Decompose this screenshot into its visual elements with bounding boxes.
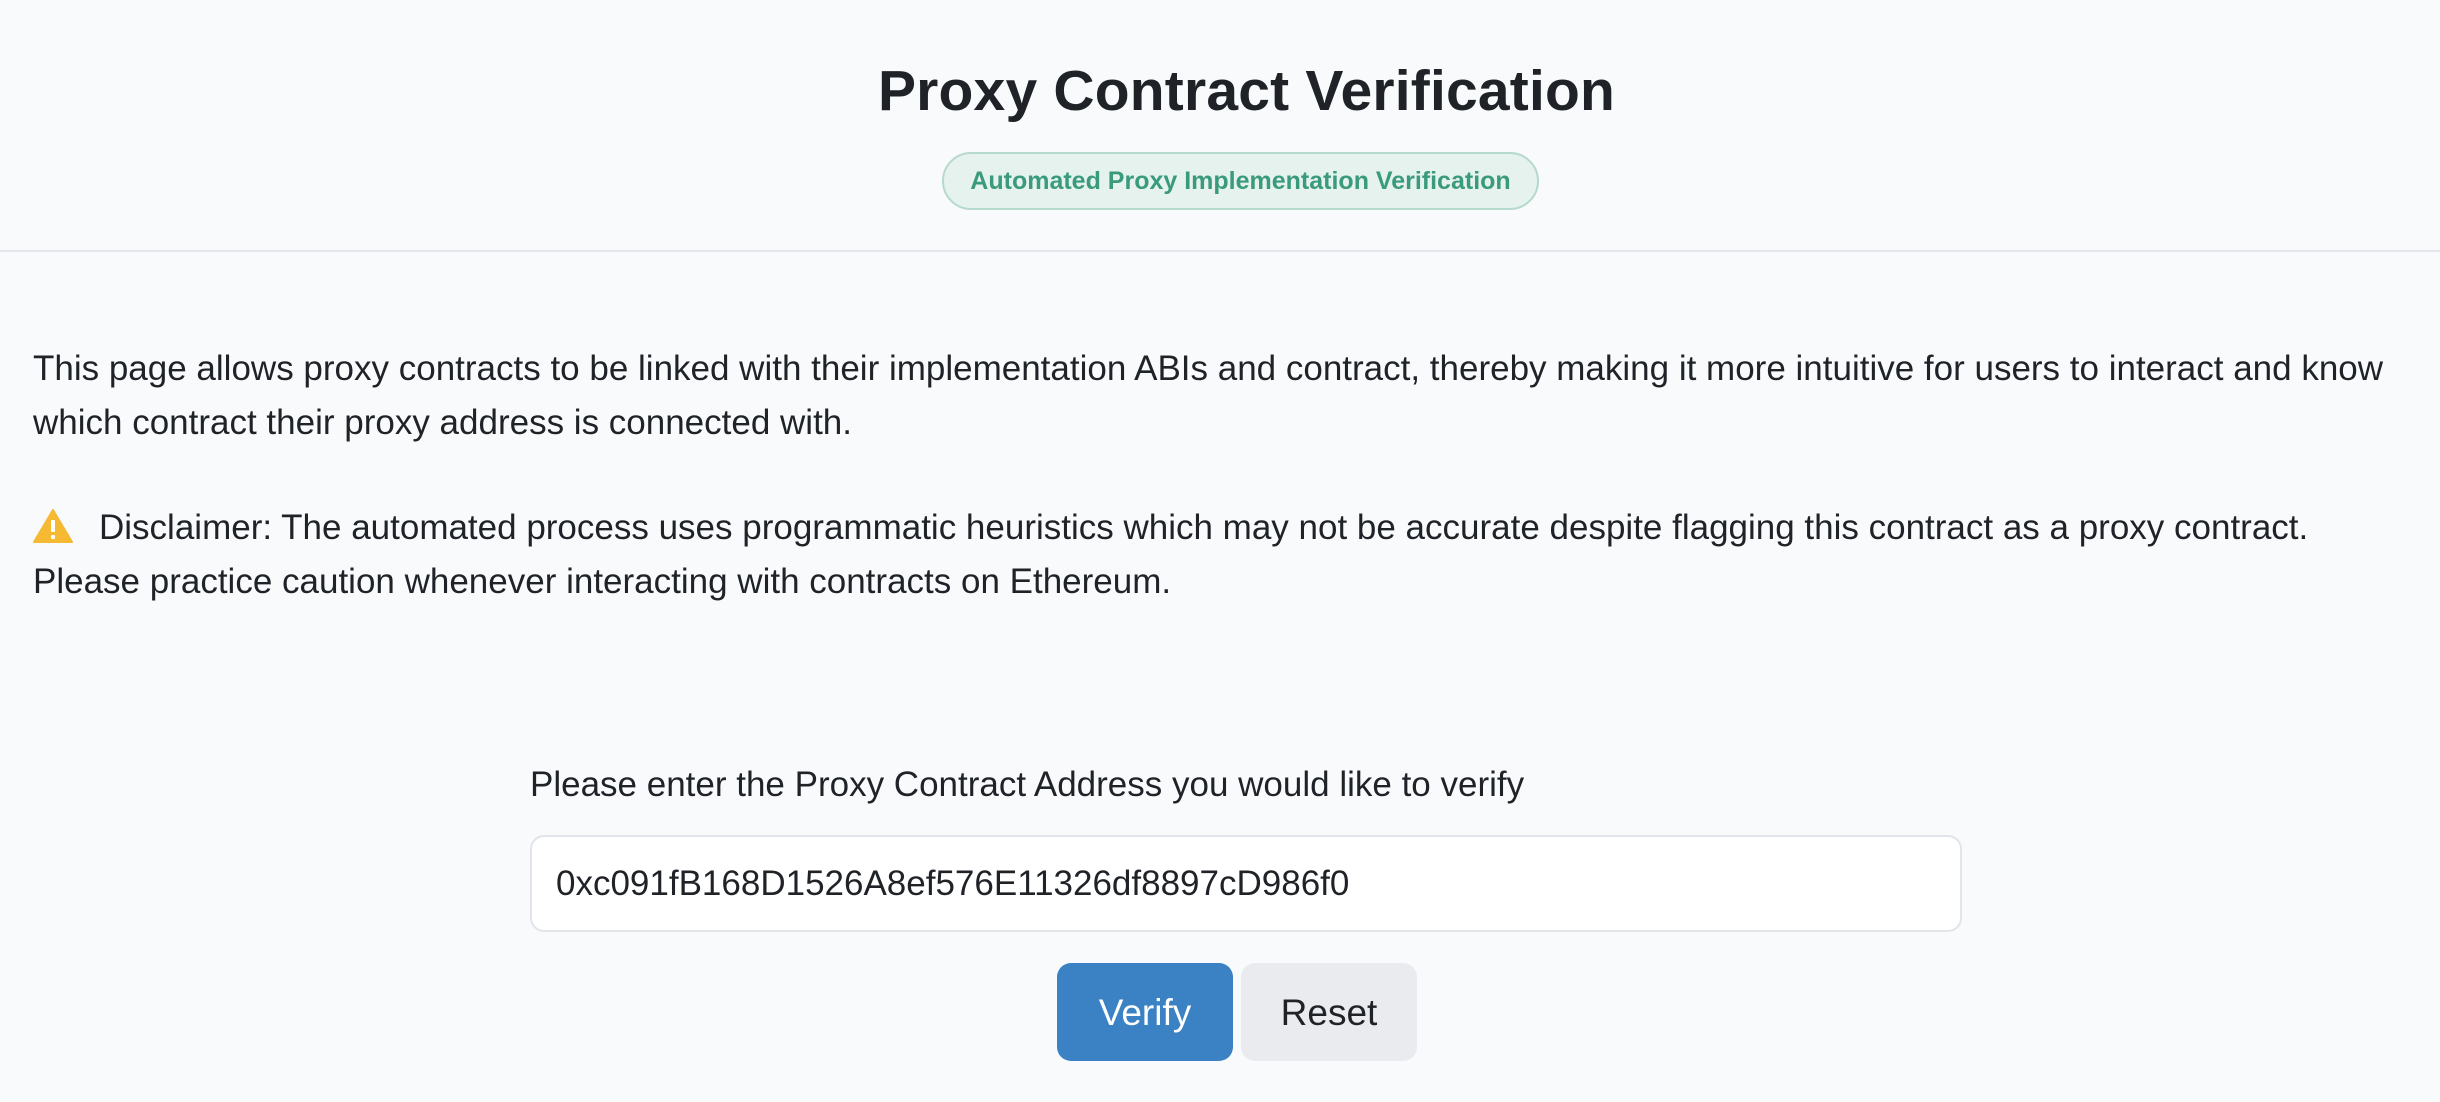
reset-button[interactable]: Reset bbox=[1241, 963, 1417, 1061]
page-header: Proxy Contract Verification Automated Pr… bbox=[0, 0, 2440, 252]
address-field-label: Please enter the Proxy Contract Address … bbox=[530, 765, 1525, 804]
page-title: Proxy Contract Verification bbox=[877, 59, 1616, 123]
proxy-address-input[interactable] bbox=[530, 835, 1962, 932]
disclaimer-text: Disclaimer: The automated process uses p… bbox=[33, 508, 2309, 601]
verify-button[interactable]: Verify bbox=[1057, 963, 1233, 1061]
status-badge: Automated Proxy Implementation Verificat… bbox=[942, 152, 1539, 210]
page-description: This page allows proxy contracts to be l… bbox=[33, 349, 2384, 442]
disclaimer: Disclaimer: The automated process uses p… bbox=[33, 501, 2413, 609]
warning-triangle-icon bbox=[33, 509, 73, 543]
